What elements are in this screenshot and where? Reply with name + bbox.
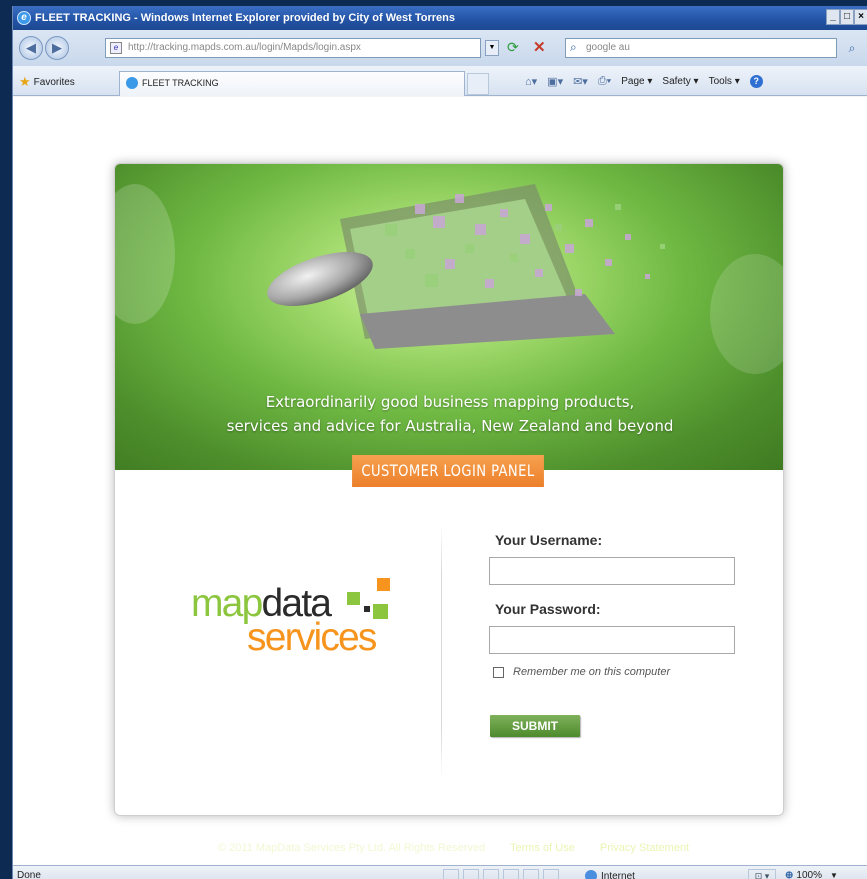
address-bar: ◀ ▶ e http://tracking.mapds.com.au/login… (13, 30, 867, 66)
page-footer: © 2011 MapData Services Pty Ltd. All Rig… (218, 842, 711, 854)
close-button[interactable]: × (854, 9, 867, 25)
hero-illustration (115, 184, 783, 374)
status-slot (483, 869, 499, 879)
tab-fleet-tracking[interactable]: FLEET TRACKING (119, 71, 465, 96)
minimize-button[interactable]: _ (826, 9, 840, 25)
customer-login-panel-label: CUSTOMER LOGIN PANEL (352, 455, 544, 487)
privacy-statement-link[interactable]: Privacy Statement (600, 842, 689, 854)
logo-square-icon (377, 578, 390, 591)
refresh-icon[interactable]: ⟳ (507, 39, 519, 56)
window-title: FLEET TRACKING - Windows Internet Explor… (35, 12, 455, 24)
favorites-button[interactable]: ★ Favorites (19, 74, 75, 90)
browser-window: e FLEET TRACKING - Windows Internet Expl… (12, 6, 867, 879)
logo-square-icon (347, 592, 360, 605)
terms-of-use-link[interactable]: Terms of Use (510, 842, 575, 854)
search-provider-icon: ⌕ (570, 40, 577, 54)
globe-icon (585, 870, 597, 879)
help-icon[interactable]: ? (749, 75, 763, 88)
page-menu[interactable]: Page ▾ (621, 76, 652, 87)
page-viewport: Extraordinarily good business mapping pr… (13, 97, 867, 865)
url-input[interactable]: e http://tracking.mapds.com.au/login/Map… (105, 38, 481, 58)
print-icon[interactable]: ⎙▾ (598, 75, 611, 88)
ie-logo-icon: e (17, 11, 31, 25)
status-slot (443, 869, 459, 879)
status-bar: Done Internet ⊡ ▾ ⊕ 100% ▼ (13, 865, 867, 879)
favorites-bar: ★ Favorites FLEET TRACKING ⌂▾ ▣▾ ✉▾ ⎙▾ P… (13, 66, 867, 96)
zoom-control[interactable]: ⊕ 100% ▼ (785, 870, 838, 879)
back-button[interactable]: ◀ (19, 36, 43, 60)
username-label: Your Username: (495, 532, 603, 548)
status-text: Done (17, 870, 41, 879)
status-slot (523, 869, 539, 879)
home-icon[interactable]: ⌂▾ (525, 75, 537, 88)
protected-mode-icon[interactable]: ⊡ ▾ (748, 869, 776, 879)
remember-me-row[interactable]: Remember me on this computer (493, 666, 670, 678)
window-controls: _ □ × (826, 9, 867, 25)
tab-label: FLEET TRACKING (142, 78, 219, 88)
search-icon[interactable]: ⌕ (841, 38, 863, 58)
zoom-dropdown-icon: ▼ (829, 871, 838, 879)
search-input[interactable]: ⌕ google au (565, 38, 837, 58)
logo-wordmark-bottom: services (247, 616, 377, 659)
tagline-line-1: Extraordinarily good business mapping pr… (265, 393, 635, 411)
url-dropdown-icon[interactable]: ▼ (485, 40, 499, 56)
stop-icon[interactable]: ✕ (533, 38, 546, 56)
tools-menu[interactable]: Tools ▾ (709, 76, 740, 87)
status-slot (503, 869, 519, 879)
copyright-text: © 2011 MapData Services Pty Ltd. All Rig… (218, 842, 486, 854)
security-zone[interactable]: Internet (585, 870, 635, 879)
zoom-level: 100% (796, 870, 822, 879)
forward-button[interactable]: ▶ (45, 36, 69, 60)
zone-label: Internet (601, 870, 635, 879)
mail-icon[interactable]: ✉▾ (573, 75, 588, 88)
logo-square-icon (364, 606, 370, 612)
zoom-icon: ⊕ (785, 870, 794, 879)
new-tab-button[interactable] (467, 73, 489, 95)
remember-me-checkbox[interactable] (493, 666, 504, 678)
tagline-line-2: services and advice for Australia, New Z… (226, 417, 674, 435)
maximize-button[interactable]: □ (840, 9, 854, 25)
search-placeholder: google au (586, 42, 630, 53)
feeds-icon[interactable]: ▣▾ (547, 75, 563, 88)
star-icon: ★ (19, 74, 31, 89)
login-card: Extraordinarily good business mapping pr… (114, 163, 784, 816)
mapdata-services-logo: mapdata services (191, 578, 401, 672)
safety-menu[interactable]: Safety ▾ (662, 76, 698, 87)
status-slot (463, 869, 479, 879)
password-label: Your Password: (495, 601, 601, 617)
url-text: http://tracking.mapds.com.au/login/Mapds… (128, 42, 361, 53)
tab-favicon-icon (126, 77, 138, 89)
logo-square-icon (373, 604, 388, 619)
vertical-divider (441, 524, 442, 779)
hero-banner: Extraordinarily good business mapping pr… (115, 164, 783, 470)
title-bar[interactable]: e FLEET TRACKING - Windows Internet Expl… (13, 6, 867, 30)
remember-me-label: Remember me on this computer (513, 666, 671, 678)
command-bar: ⌂▾ ▣▾ ✉▾ ⎙▾ Page ▾ Safety ▾ Tools ▾ ? (525, 75, 763, 88)
status-slot (543, 869, 559, 879)
username-input[interactable] (489, 557, 735, 585)
favorites-label: Favorites (33, 76, 75, 88)
tagline: Extraordinarily good business mapping pr… (115, 390, 783, 438)
submit-button[interactable]: SUBMIT (490, 715, 580, 737)
page-icon: e (110, 42, 122, 54)
password-input[interactable] (489, 626, 735, 654)
